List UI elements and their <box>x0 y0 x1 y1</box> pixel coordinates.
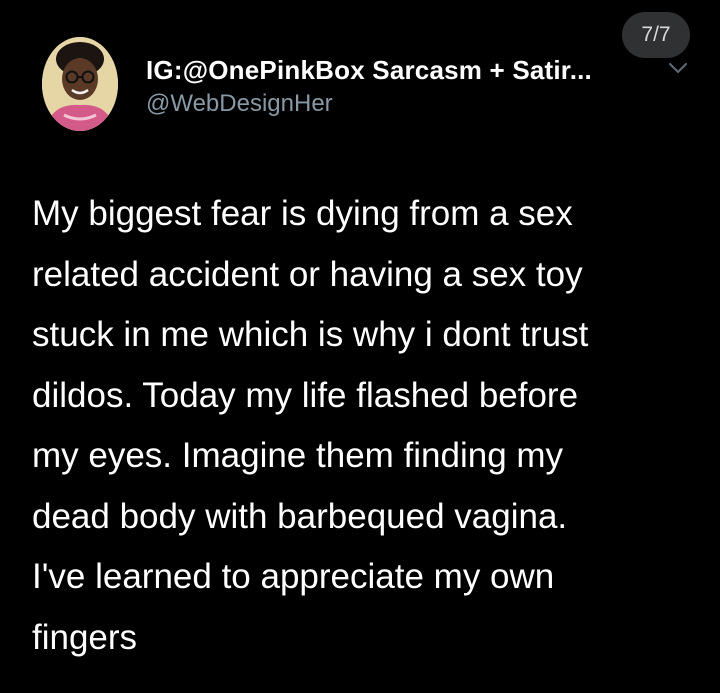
chevron-down-icon[interactable] <box>668 60 688 76</box>
user-handle[interactable]: @WebDesignHer <box>146 90 333 118</box>
tweet-text: My biggest fear is dying from a sex rela… <box>32 184 692 668</box>
tweet-text-line: related accident or having a sex toy <box>32 254 583 294</box>
tweet-text-line: my eyes. Imagine them finding my <box>32 436 564 475</box>
tweet-text-line: I've learned to appreciate my own <box>32 557 555 596</box>
tweet-text-line: stuck in me which is why i dont trust <box>32 315 589 354</box>
avatar-photo <box>42 37 118 131</box>
thread-counter-badge: 7/7 <box>622 12 690 58</box>
display-name[interactable]: IG:@OnePinkBox Sarcasm + Satir... <box>146 55 592 86</box>
tweet-card: IG:@OnePinkBox Sarcasm + Satir... @WebDe… <box>0 0 720 693</box>
tweet-text-line: fingers <box>32 617 138 657</box>
tweet-text-line: dildos. Today my life flashed before <box>32 375 579 415</box>
avatar[interactable] <box>42 37 118 131</box>
tweet-text-line: dead body with barbequed vagina. <box>32 496 568 536</box>
tweet-text-line: My biggest fear is dying from a sex <box>32 194 573 233</box>
